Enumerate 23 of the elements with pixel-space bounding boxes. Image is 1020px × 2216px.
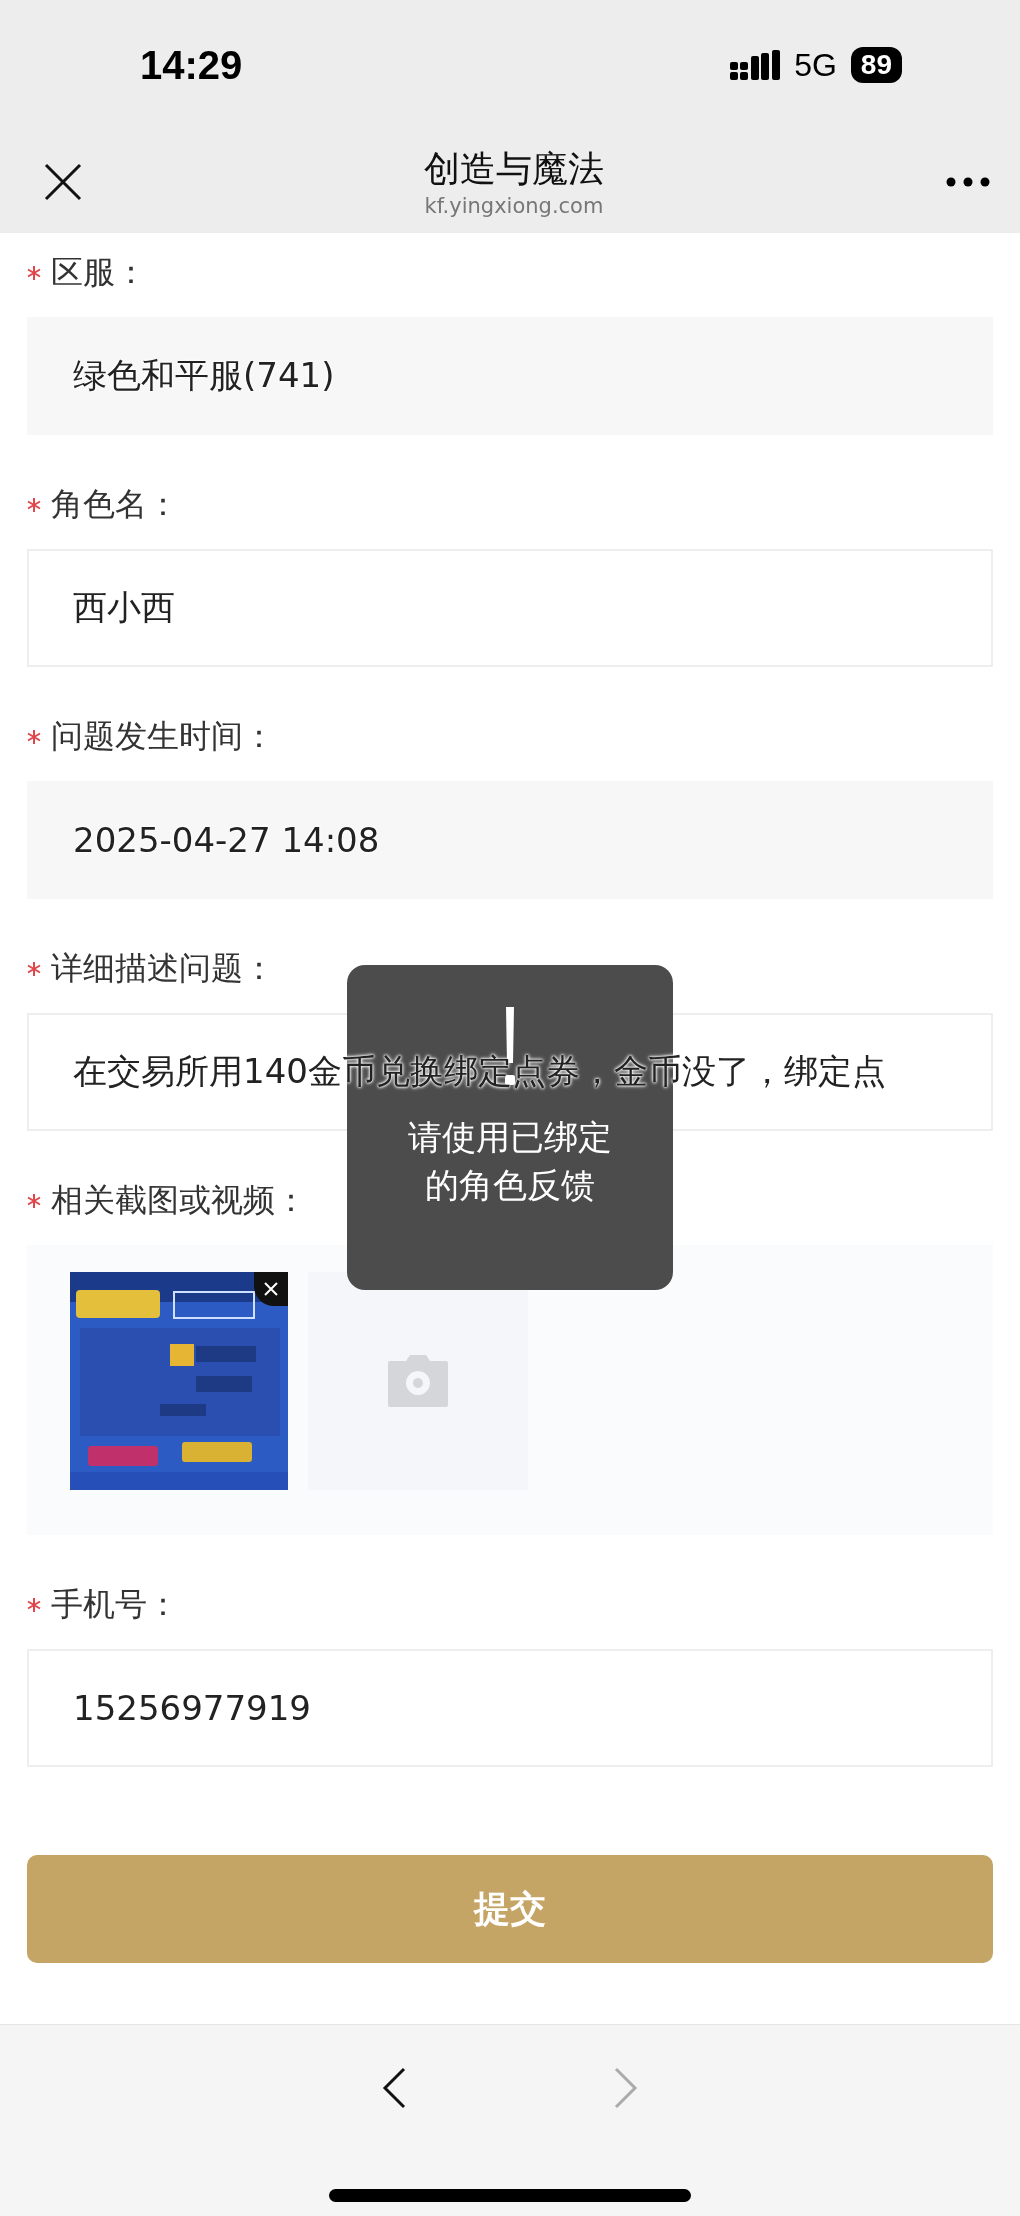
clock: 14:29 — [140, 42, 243, 88]
input-field[interactable]: 绿色和平服(741) — [27, 317, 993, 435]
field-label: 详细描述问题： — [51, 948, 275, 989]
page-url: kf.yingxiong.com — [424, 194, 604, 218]
page-title: 创造与魔法 — [424, 147, 604, 191]
close-icon[interactable] — [254, 1272, 288, 1306]
camera-icon — [388, 1355, 448, 1407]
battery-level: 89 — [850, 47, 902, 83]
field-label: 角色名： — [51, 484, 179, 525]
close-icon[interactable] — [44, 162, 82, 201]
input-field[interactable]: 2025-04-27 14:08 — [27, 781, 993, 899]
input-field[interactable]: 15256977919 — [27, 1649, 993, 1767]
upload-area[interactable] — [27, 1245, 993, 1535]
input-field[interactable]: 西小西 — [27, 549, 993, 667]
add-photo-button[interactable] — [308, 1272, 528, 1490]
field-label: 手机号： — [51, 1584, 179, 1625]
toast-message: 请使用已绑定的角色反馈 — [407, 1116, 613, 1207]
field-label: 相关截图或视频： — [51, 1180, 307, 1221]
more-icon[interactable] — [946, 176, 990, 187]
field-label: 区服： — [51, 252, 147, 293]
signal-icon — [730, 50, 781, 80]
field-label: 问题发生时间： — [51, 716, 275, 757]
network-type: 5G — [794, 46, 837, 84]
